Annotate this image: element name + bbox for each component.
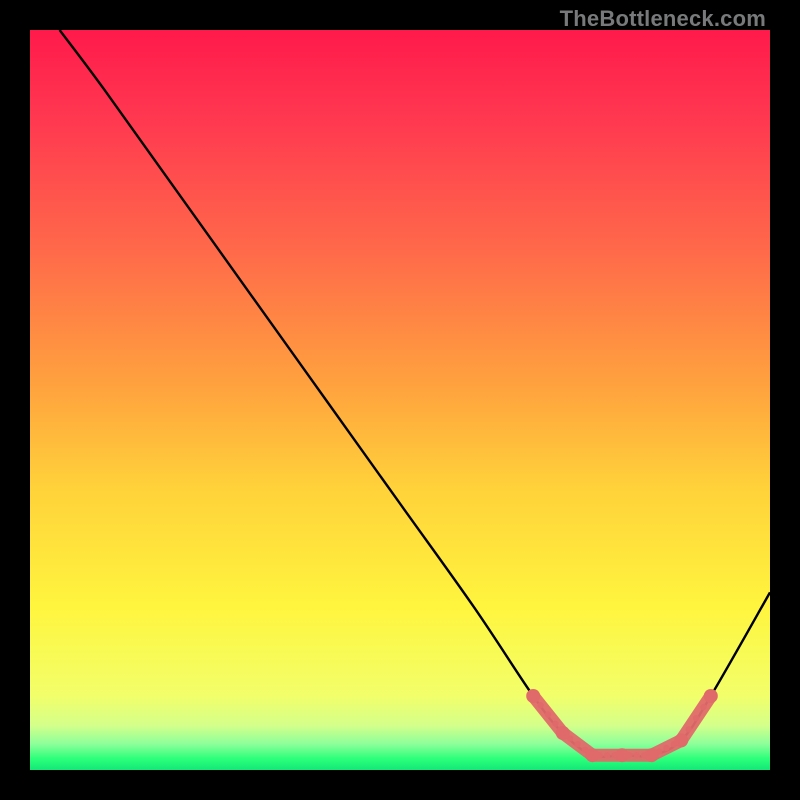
highlight-bead bbox=[530, 693, 536, 699]
chart-frame bbox=[30, 30, 770, 770]
highlight-bead bbox=[589, 752, 595, 758]
highlight-bead bbox=[574, 741, 580, 747]
highlight-bead bbox=[582, 746, 588, 752]
highlight-bead bbox=[700, 704, 706, 710]
plot-area bbox=[30, 30, 770, 770]
highlight-bead bbox=[597, 752, 603, 758]
highlight-bead bbox=[545, 711, 551, 717]
highlight-bead bbox=[656, 748, 662, 754]
chart-svg bbox=[30, 30, 770, 770]
highlight-bead bbox=[663, 745, 669, 751]
highlight-bead bbox=[604, 752, 610, 758]
highlight-bead bbox=[678, 737, 684, 743]
highlight-bead bbox=[537, 702, 543, 708]
highlight-bead bbox=[567, 735, 573, 741]
highlight-bead bbox=[619, 752, 625, 758]
highlight-bead bbox=[671, 741, 677, 747]
highlight-bead bbox=[552, 721, 558, 727]
highlight-bead bbox=[611, 752, 617, 758]
highlight-bead bbox=[560, 730, 566, 736]
highlight-bead bbox=[693, 715, 699, 721]
highlight-bead bbox=[626, 752, 632, 758]
highlight-bead bbox=[685, 726, 691, 732]
watermark-text: TheBottleneck.com bbox=[560, 6, 766, 32]
highlight-bead bbox=[641, 752, 647, 758]
highlight-bead bbox=[648, 752, 654, 758]
highlight-bead bbox=[634, 752, 640, 758]
highlight-bead bbox=[708, 693, 714, 699]
